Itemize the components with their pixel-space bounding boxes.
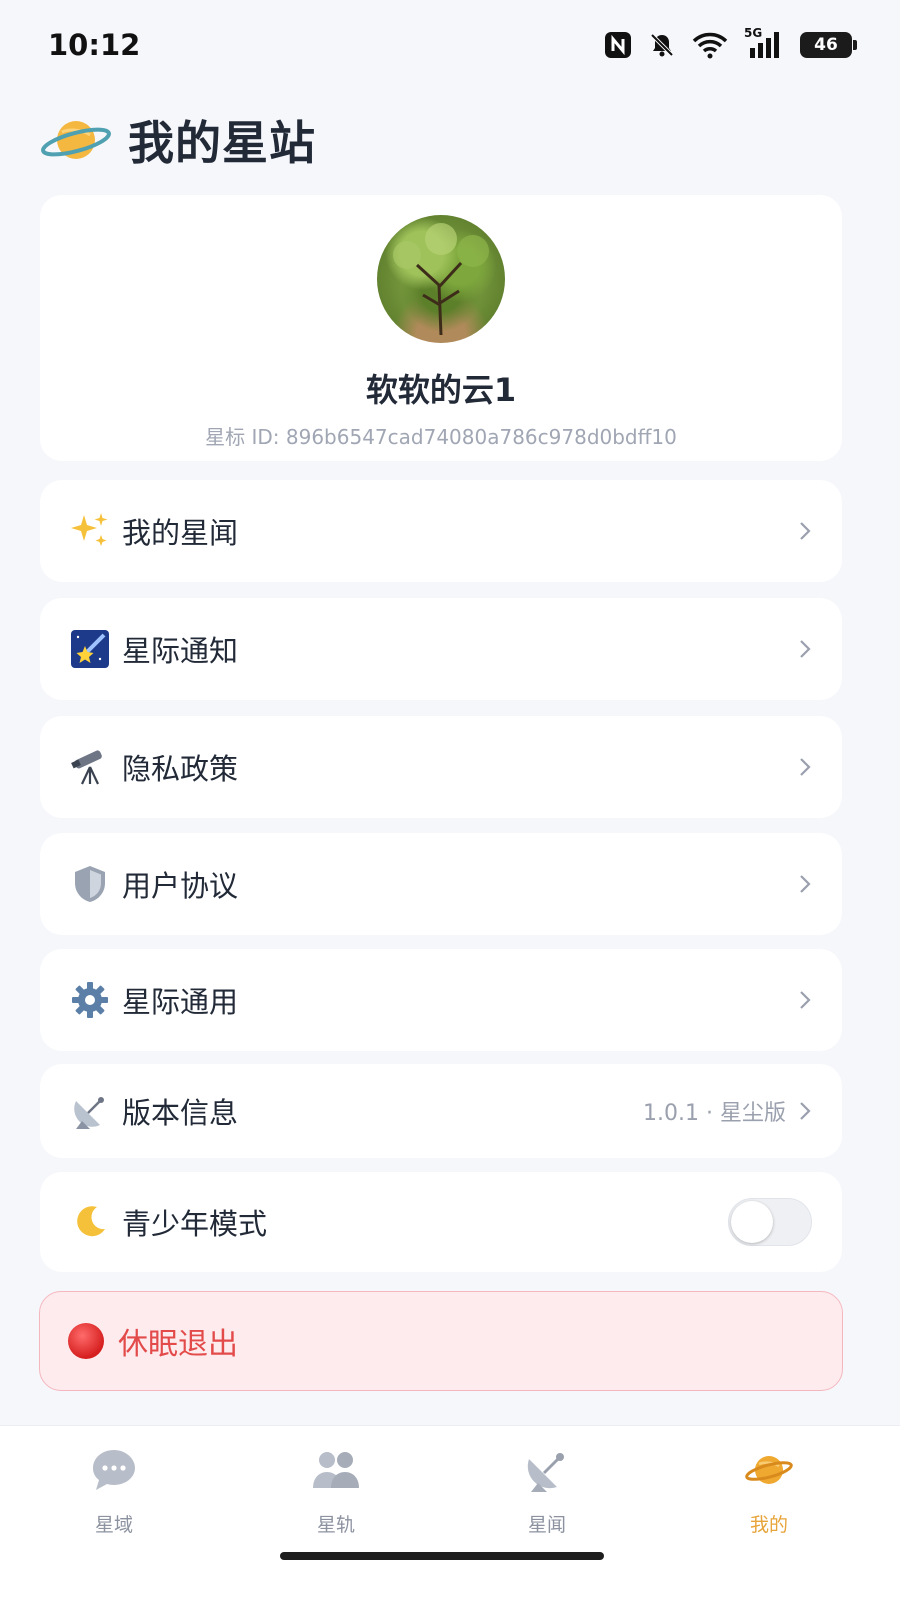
network-label: 5G [744,26,763,40]
signal-icon: 5G [744,26,784,60]
status-icons: 5G 46 [604,26,857,60]
menu-label: 用户协议 [122,869,239,903]
menu-item-teen-mode: 青少年模式 [40,1172,842,1272]
logout-button[interactable]: 休眠退出 [39,1291,843,1391]
menu-label: 隐私政策 [122,752,239,786]
teen-mode-toggle[interactable] [728,1198,812,1246]
menu-label: 星际通知 [122,634,239,668]
menu-item-user-agreement[interactable]: 用户协议 [40,833,842,935]
users-icon [310,1444,362,1496]
menu-item-privacy-policy[interactable]: 隐私政策 [40,716,842,818]
nfc-icon [604,31,632,59]
sparkles-icon [68,509,112,553]
chevron-right-icon [800,991,811,1009]
tab-star-news[interactable]: 星闻 [487,1444,607,1537]
satellite-dish-icon [521,1444,573,1496]
status-bar: 10:12 5G 46 [0,0,900,90]
page-title: 我的星站 [128,116,316,170]
menu-item-general[interactable]: 星际通用 [40,949,842,1051]
nav-label: 星轨 [316,1514,355,1536]
wifi-icon [692,31,728,59]
avatar[interactable] [377,215,505,343]
nav-label: 星域 [94,1514,133,1536]
profile-card[interactable]: 软软的云1 星标 ID: 896b6547cad74080a786c978d0b… [40,195,842,461]
telescope-icon [68,745,112,789]
menu-label: 青少年模式 [122,1207,268,1241]
version-value: 1.0.1 · 星尘版 [643,1101,786,1126]
bottom-nav: 星域 星轨 星闻 我的 [0,1425,900,1600]
logout-label: 休眠退出 [118,1327,238,1362]
chevron-right-icon [800,640,811,658]
profile-name: 软软的云1 [365,371,517,409]
nav-label: 星闻 [527,1514,566,1536]
menu-item-my-news[interactable]: 我的星闻 [40,480,842,582]
shield-icon [68,862,112,906]
menu-label: 星际通用 [122,985,239,1019]
menu-item-notifications[interactable]: 星际通知 [40,598,842,700]
menu-label: 我的星闻 [122,516,239,550]
battery-icon: 46 [800,32,857,58]
gear-icon [68,978,112,1022]
home-indicator[interactable] [280,1552,604,1560]
chevron-right-icon [800,875,811,893]
menu-item-version-info[interactable]: 版本信息 1.0.1 · 星尘版 [40,1064,842,1158]
planet-icon [40,110,112,170]
tab-mine[interactable]: 我的 [709,1444,829,1537]
profile-id: 星标 ID: 896b6547cad74080a786c978d0bdff10 [205,425,677,449]
tab-star-track[interactable]: 星轨 [276,1444,396,1537]
red-circle-icon [68,1323,104,1359]
chevron-right-icon [800,758,811,776]
menu-label: 版本信息 [122,1096,239,1130]
bell-muted-icon [648,31,676,59]
planet-icon [743,1444,795,1496]
satellite-dish-icon [68,1089,112,1133]
battery-level: 46 [814,35,838,55]
page-header: 我的星站 [40,105,316,175]
moon-icon [68,1200,112,1244]
chevron-right-icon [800,522,811,540]
chevron-right-icon [800,1102,811,1120]
tab-star-domain[interactable]: 星域 [54,1444,174,1537]
nav-label: 我的 [749,1514,788,1536]
shooting-star-icon [68,627,112,671]
toggle-knob [731,1201,773,1243]
status-time: 10:12 [48,28,141,62]
chat-bubble-icon [88,1444,140,1496]
